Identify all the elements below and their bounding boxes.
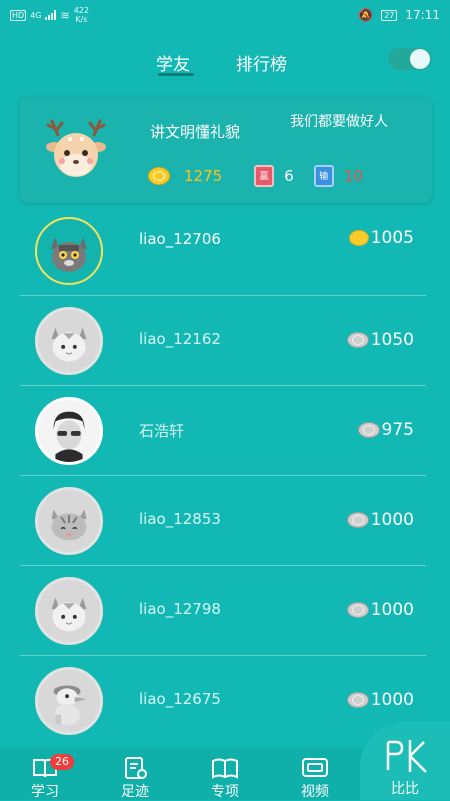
nav-video[interactable]: 视频 xyxy=(270,748,360,800)
lose-count: 10 xyxy=(343,167,363,185)
tab-active-indicator xyxy=(158,73,194,76)
nav-label: 视频 xyxy=(301,784,329,800)
network-type: 4G xyxy=(30,10,42,20)
my-stats: 1275 赢 6 输 10 xyxy=(148,165,363,187)
friend-score: 1000 xyxy=(346,510,414,530)
friend-name: liao_12798 xyxy=(139,600,221,618)
nav-special[interactable]: 专项 xyxy=(180,748,270,800)
friend-row[interactable]: liao_12853 1000 xyxy=(20,476,426,566)
pk-icon xyxy=(386,740,427,773)
wifi-icon: ≋ xyxy=(60,8,70,22)
cat-avatar xyxy=(35,577,103,645)
friend-name: liao_12706 xyxy=(139,230,221,248)
top-tabs: 学友 排行榜 xyxy=(0,40,450,80)
cat-avatar xyxy=(35,307,103,375)
nav-label: 足迹 xyxy=(121,784,149,800)
tab-ranking[interactable]: 排行榜 xyxy=(236,50,287,75)
deer-avatar xyxy=(46,119,106,177)
nav-study[interactable]: 26 学习 xyxy=(0,748,90,800)
toggle-switch[interactable] xyxy=(388,48,432,70)
cat-avatar xyxy=(35,487,103,555)
cat-avatar xyxy=(35,217,103,285)
friend-score: 1000 xyxy=(346,690,414,710)
friend-row[interactable]: liao_12162 1050 xyxy=(20,296,426,386)
silver-coin-icon xyxy=(346,692,369,708)
clock: 17:11 xyxy=(405,8,440,22)
net-speed: 422 K/s xyxy=(73,6,89,24)
win-badge-icon: 赢 xyxy=(254,165,275,187)
silver-coin-icon xyxy=(346,512,369,528)
boy-avatar xyxy=(35,397,103,465)
silver-coin-icon xyxy=(346,332,369,348)
friend-name: liao_12675 xyxy=(139,690,221,708)
gold-coin-icon xyxy=(148,167,170,185)
tab-classmates[interactable]: 学友 xyxy=(156,50,190,75)
friend-score: 1050 xyxy=(346,330,414,350)
friend-row[interactable]: liao_12706 1005 xyxy=(20,206,426,296)
friend-name: liao_12853 xyxy=(139,510,221,528)
duck-avatar xyxy=(35,667,103,735)
friend-row[interactable]: liao_12798 1000 xyxy=(20,566,426,656)
silver-coin-icon xyxy=(357,422,380,438)
tv-icon xyxy=(302,758,328,777)
toggle-knob xyxy=(410,49,430,69)
signal-icon xyxy=(45,10,57,20)
mute-icon: 🔕 xyxy=(358,8,374,22)
hd-badge: HD xyxy=(10,9,27,21)
friend-list: liao_12706 1005 liao_12162 1050 石浩轩 975 … xyxy=(20,206,426,745)
friend-row[interactable]: liao_12675 1000 xyxy=(20,656,426,745)
friend-name: liao_12162 xyxy=(139,330,221,348)
nav-label: 专项 xyxy=(211,784,239,800)
footprint-icon xyxy=(125,757,147,779)
unread-badge: 26 xyxy=(50,754,74,770)
friend-score: 1005 xyxy=(348,228,414,248)
battery-icon: 27 xyxy=(381,9,398,21)
gold-coin-icon xyxy=(348,230,369,246)
nav-pk[interactable]: 比比 xyxy=(360,722,450,800)
my-coins: 1275 xyxy=(184,167,223,185)
nav-label: 学习 xyxy=(31,784,59,800)
my-motto: 我们都要做好人 xyxy=(290,114,388,130)
friend-score: 1000 xyxy=(346,600,414,620)
lose-badge-icon: 输 xyxy=(313,165,334,187)
nav-label: 比比 xyxy=(391,781,419,797)
open-book-icon xyxy=(212,758,238,779)
silver-coin-icon xyxy=(346,602,369,618)
friend-score: 975 xyxy=(357,420,414,440)
friend-row[interactable]: 石浩轩 975 xyxy=(20,386,426,476)
nav-footprint[interactable]: 足迹 xyxy=(90,748,180,800)
my-profile-card[interactable]: 讲文明懂礼貌 我们都要做好人 1275 赢 6 输 10 xyxy=(20,97,432,203)
my-username: 讲文明懂礼貌 xyxy=(150,123,241,141)
status-bar: HD 4G ≋ 422 K/s 🔕 27 17:11 xyxy=(0,0,450,30)
friend-name: 石浩轩 xyxy=(139,422,185,440)
win-count: 6 xyxy=(284,167,294,185)
